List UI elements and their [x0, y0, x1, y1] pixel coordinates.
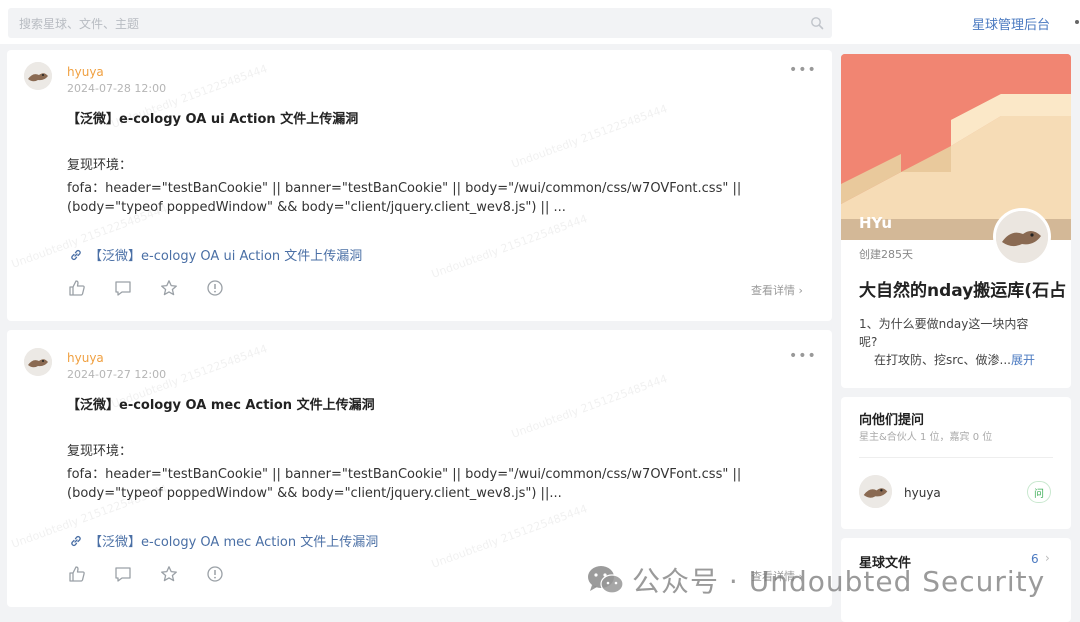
- post-author[interactable]: hyuya: [67, 65, 104, 79]
- avatar-image-icon: [859, 475, 892, 508]
- post-env-label: 复现环境：: [67, 158, 133, 173]
- watermark-text: Undoubtedly 2151225485444: [429, 502, 590, 571]
- post-text-line: (body="typeof poppedWindow" && body="cli…: [67, 200, 566, 215]
- member-avatar[interactable]: [859, 475, 892, 508]
- avatar-image-icon: [996, 211, 1048, 263]
- post-title: 【泛微】e-cology OA ui Action 文件上传漏洞: [67, 112, 359, 127]
- post-text-line: fofa：header="testBanCookie" || banner="t…: [67, 181, 742, 196]
- post-text-line: (body="typeof poppedWindow" && body="cli…: [67, 486, 562, 501]
- post-actions: [68, 565, 224, 583]
- ask-card: 向他们提问 星主&合伙人 1 位，嘉宾 0 位 hyuya 问: [841, 397, 1071, 529]
- post-actions: [68, 279, 224, 297]
- wechat-icon: [588, 566, 624, 594]
- like-icon[interactable]: [68, 279, 86, 297]
- menu-dot-icon[interactable]: [1075, 20, 1079, 24]
- admin-console-link[interactable]: 星球管理后台: [972, 14, 1050, 33]
- post-env-label: 复现环境：: [67, 444, 133, 459]
- post-time: 2024-07-28 12:00: [67, 82, 167, 95]
- comment-icon[interactable]: [114, 565, 132, 583]
- post-attachment-link[interactable]: 【泛微】e-cology OA ui Action 文件上传漏洞: [69, 245, 362, 264]
- brand-watermark: 公众号 · Undoubted Security: [586, 560, 1045, 600]
- brand-watermark-text: 公众号 · Undoubted Security: [632, 565, 1046, 598]
- ask-subtitle: 星主&合伙人 1 位，嘉宾 0 位: [859, 432, 993, 443]
- author-avatar[interactable]: [24, 62, 52, 90]
- search-icon[interactable]: [810, 16, 824, 30]
- more-icon[interactable]: •••: [789, 62, 817, 78]
- group-owner-name: HYu: [859, 214, 893, 232]
- group-description: 呢?: [859, 335, 878, 349]
- report-icon[interactable]: [206, 565, 224, 583]
- expand-link[interactable]: 展开: [1011, 353, 1035, 367]
- ask-title: 向他们提问: [859, 413, 925, 428]
- group-name: 大自然的nday搬运库(石占: [859, 281, 1067, 301]
- star-icon[interactable]: [160, 565, 178, 583]
- post-title: 【泛微】e-cology OA mec Action 文件上传漏洞: [67, 398, 375, 413]
- chevron-right-icon: ›: [1045, 551, 1050, 565]
- group-description-text: 在打攻防、挖src、做渗...: [874, 353, 1011, 367]
- top-bar: 搜索星球、文件、主题 星球管理后台: [0, 0, 1080, 44]
- post-card: Undoubtedly 2151225485444 Undoubtedly 21…: [7, 50, 832, 321]
- ask-button[interactable]: 问: [1027, 481, 1051, 503]
- post-link-text[interactable]: 【泛微】e-cology OA ui Action 文件上传漏洞: [89, 245, 362, 264]
- watermark-text: Undoubtedly 2151225485444: [429, 212, 590, 281]
- author-avatar[interactable]: [24, 348, 52, 376]
- group-description: 1、为什么要做nday这一块内容: [859, 317, 1029, 331]
- report-icon[interactable]: [206, 279, 224, 297]
- owner-avatar[interactable]: [993, 208, 1051, 266]
- like-icon[interactable]: [68, 565, 86, 583]
- post-author[interactable]: hyuya: [67, 351, 104, 365]
- link-icon: [71, 535, 81, 546]
- post-time: 2024-07-27 12:00: [67, 368, 167, 381]
- post-link-text[interactable]: 【泛微】e-cology OA mec Action 文件上传漏洞: [89, 531, 378, 550]
- member-name[interactable]: hyuya: [904, 486, 941, 500]
- search-placeholder: 搜索星球、文件、主题: [19, 17, 140, 31]
- group-created-days: 创建285天: [859, 248, 913, 261]
- watermark-text: Undoubtedly 2151225485444: [509, 372, 670, 441]
- group-info-card: HYu 创建285天 大自然的nday搬运库(石占 1、为什么要做nday这一块…: [841, 54, 1071, 388]
- post-text-line: fofa：header="testBanCookie" || banner="t…: [67, 467, 742, 482]
- search-input[interactable]: 搜索星球、文件、主题: [8, 8, 832, 38]
- star-icon[interactable]: [160, 279, 178, 297]
- group-description: 在打攻防、挖src、做渗...展开: [874, 351, 1035, 368]
- post-attachment-link[interactable]: 【泛微】e-cology OA mec Action 文件上传漏洞: [69, 531, 378, 550]
- comment-icon[interactable]: [114, 279, 132, 297]
- avatar-image-icon: [24, 62, 52, 90]
- divider: [859, 457, 1053, 458]
- view-detail-link[interactable]: 查看详情 ›: [751, 282, 803, 298]
- link-icon: [71, 249, 81, 260]
- watermark-text: Undoubtedly 2151225485444: [509, 102, 670, 171]
- avatar-image-icon: [24, 348, 52, 376]
- more-icon[interactable]: •••: [789, 348, 817, 364]
- view-detail-text: 查看详情: [751, 284, 795, 297]
